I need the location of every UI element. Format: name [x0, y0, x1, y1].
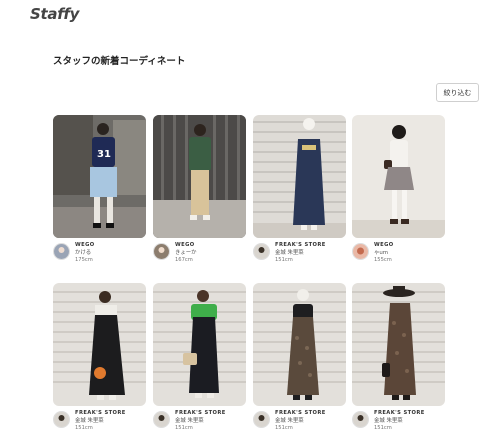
coordinate-card[interactable]: WEGO きょーか 167cm	[153, 115, 246, 272]
staff-height: 151cm	[275, 425, 293, 431]
coordinate-card[interactable]: FREAK'S STORE 金城 朱里菜 151cm	[153, 283, 246, 436]
page-title: スタッフの新着コーディネート	[53, 56, 186, 67]
staff-height: 155cm	[374, 257, 392, 263]
staff-name[interactable]: 金城 朱里菜	[275, 250, 326, 258]
staff-name[interactable]: 金城 朱里菜	[175, 418, 226, 426]
coordinate-photo[interactable]	[153, 115, 246, 238]
coordinate-photo[interactable]	[253, 115, 346, 238]
avatar[interactable]	[253, 411, 270, 428]
filter-button[interactable]: 絞り込む	[436, 83, 479, 102]
coordinate-card[interactable]: 31 WEGO かける 175cm	[53, 115, 146, 272]
brand-label[interactable]: WEGO	[374, 242, 394, 250]
staff-name[interactable]: かける	[75, 250, 95, 258]
staff-name[interactable]: ゃum	[374, 250, 394, 258]
staff-height: 151cm	[75, 425, 93, 431]
avatar[interactable]	[352, 411, 369, 428]
svg-text:31: 31	[97, 149, 111, 160]
brand-label[interactable]: FREAK'S STORE	[374, 410, 425, 418]
staff-height: 151cm	[275, 257, 293, 263]
coordinate-card[interactable]: FREAK'S STORE 金城 朱里菜 151cm	[253, 283, 346, 436]
coordinate-card[interactable]: FREAK'S STORE 金城 朱里菜 151cm	[53, 283, 146, 436]
coordinate-photo[interactable]	[352, 283, 445, 406]
coordinate-photo[interactable]	[53, 283, 146, 406]
coordinate-photo[interactable]	[253, 283, 346, 406]
staff-height: 151cm	[374, 425, 392, 431]
staff-name[interactable]: 金城 朱里菜	[275, 418, 326, 426]
staff-name[interactable]: きょーか	[175, 250, 197, 258]
brand-label[interactable]: FREAK'S STORE	[275, 242, 326, 250]
coordinate-card[interactable]: WEGO ゃum 155cm	[352, 115, 445, 272]
brand-label[interactable]: WEGO	[75, 242, 95, 250]
avatar[interactable]	[253, 243, 270, 260]
avatar[interactable]	[153, 411, 170, 428]
staff-height: 175cm	[75, 257, 93, 263]
brand-label[interactable]: FREAK'S STORE	[75, 410, 126, 418]
brand-label[interactable]: FREAK'S STORE	[275, 410, 326, 418]
brand-label[interactable]: FREAK'S STORE	[175, 410, 226, 418]
coordinate-photo[interactable]: 31	[53, 115, 146, 238]
coordinate-photo[interactable]	[352, 115, 445, 238]
brand-label[interactable]: WEGO	[175, 242, 197, 250]
staff-height: 151cm	[175, 425, 193, 431]
staffy-logo[interactable]: Staffy	[30, 5, 79, 23]
staff-height: 167cm	[175, 257, 193, 263]
avatar[interactable]	[153, 243, 170, 260]
avatar[interactable]	[53, 411, 70, 428]
staff-name[interactable]: 金城 朱里菜	[374, 418, 425, 426]
coordinate-card[interactable]: FREAK'S STORE 金城 朱里菜 151cm	[253, 115, 346, 272]
staff-name[interactable]: 金城 朱里菜	[75, 418, 126, 426]
coordinate-card[interactable]: FREAK'S STORE 金城 朱里菜 151cm	[352, 283, 445, 436]
avatar[interactable]	[53, 243, 70, 260]
avatar[interactable]	[352, 243, 369, 260]
coordinate-photo[interactable]	[153, 283, 246, 406]
